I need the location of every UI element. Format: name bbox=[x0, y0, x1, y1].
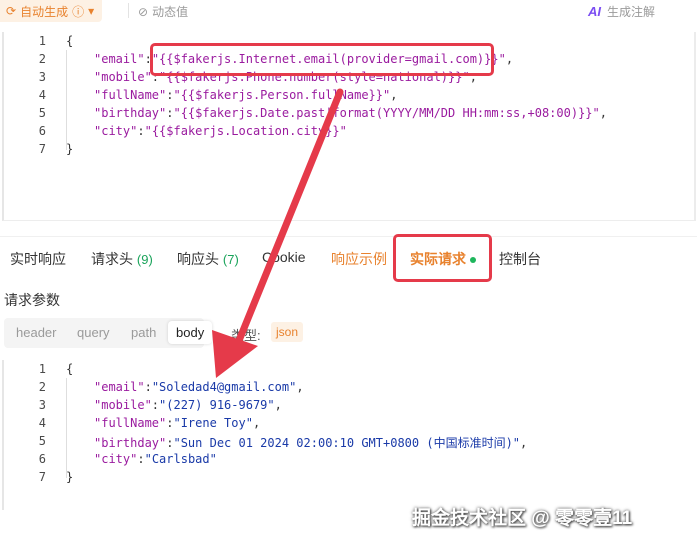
subtab-body[interactable]: body bbox=[168, 321, 213, 344]
response-tab-bar: 实时响应 请求头 (9) 响应头 (7) Cookie 响应示例 实际请求 控制… bbox=[0, 236, 697, 279]
line-number: 3 bbox=[38, 398, 46, 412]
code-line-city: "city":"{{$fakerjs.Location.city}}" bbox=[94, 124, 347, 138]
code-line-city: "city":"Carlsbad" bbox=[94, 452, 217, 466]
json-value: "Carlsbad" bbox=[144, 452, 217, 466]
annotation-highlight-actual-request bbox=[393, 234, 492, 282]
line-number: 1 bbox=[38, 34, 46, 48]
json-value: "Sun Dec 01 2024 02:00:10 GMT+0800 (中国标准… bbox=[173, 436, 521, 450]
toolbar-divider bbox=[128, 3, 129, 18]
actual-request-code-viewer: 1 2 3 4 5 6 7 { "email":"Soledad4@gmail.… bbox=[2, 360, 694, 510]
json-key: "email" bbox=[94, 380, 145, 394]
indent-guide bbox=[66, 378, 67, 478]
annotation-highlight-email bbox=[150, 43, 494, 76]
watermark: 掘金技术社区 @ 零零壹11 bbox=[412, 508, 633, 529]
line-number: 6 bbox=[38, 124, 46, 138]
json-value: "(227) 916-9679" bbox=[159, 398, 275, 412]
auto-generate-button[interactable]: ⟳ 自动生成 ⓘ ▾ bbox=[0, 0, 103, 22]
json-value: "{{$fakerjs.Date.past|format(YYYY/MM/DD … bbox=[173, 106, 600, 120]
line-number: 2 bbox=[38, 380, 46, 394]
line-number: 4 bbox=[38, 88, 46, 102]
refresh-icon: ⟳ bbox=[6, 4, 17, 18]
line-number: 5 bbox=[38, 434, 46, 448]
open-brace: { bbox=[66, 34, 74, 48]
line-number: 6 bbox=[38, 452, 46, 466]
subtab-path[interactable]: path bbox=[131, 325, 156, 340]
tab-cookie[interactable]: Cookie bbox=[262, 249, 306, 265]
ai-generate-comment-button[interactable]: AI 生成注解 bbox=[588, 3, 655, 20]
json-key: "city" bbox=[94, 452, 138, 466]
tab-realtime-response[interactable]: 实时响应 bbox=[10, 249, 66, 269]
tab-response-example[interactable]: 响应示例 bbox=[331, 249, 387, 269]
json-key: "fullName" bbox=[94, 416, 167, 430]
indent-guide bbox=[66, 50, 67, 150]
dynamic-value-button[interactable]: ⊘ 动态值 bbox=[138, 3, 188, 20]
tab-request-headers[interactable]: 请求头 (9) bbox=[91, 249, 153, 269]
body-type-label: 类型: bbox=[231, 328, 261, 343]
code-line-fullname: "fullName":"{{$fakerjs.Person.fullName}}… bbox=[94, 88, 398, 102]
json-key: "city" bbox=[94, 124, 138, 138]
json-key: "birthday" bbox=[94, 106, 167, 120]
request-param-subtabs: header query path body bbox=[4, 318, 314, 348]
subtab-header[interactable]: header bbox=[16, 325, 56, 340]
ai-generate-comment-label: 生成注解 bbox=[607, 5, 656, 19]
line-number: 5 bbox=[38, 106, 46, 120]
dynamic-value-label: 动态值 bbox=[152, 5, 189, 19]
line-number: 2 bbox=[38, 52, 46, 66]
close-brace: } bbox=[66, 470, 74, 484]
json-key: "mobile" bbox=[94, 398, 152, 412]
tab-response-headers[interactable]: 响应头 (7) bbox=[177, 249, 239, 269]
line-number: 7 bbox=[38, 470, 46, 484]
line-number: 4 bbox=[38, 416, 46, 430]
json-value: "Irene Toy" bbox=[173, 416, 253, 430]
json-key: "birthday" bbox=[94, 436, 167, 450]
chevron-down-icon[interactable]: ▾ bbox=[88, 4, 94, 18]
json-key: "mobile" bbox=[94, 70, 152, 84]
close-brace: } bbox=[66, 142, 74, 156]
body-type-value: json bbox=[271, 322, 304, 342]
code-line-mobile: "mobile":"(227) 916-9679", bbox=[94, 398, 282, 412]
code-line-email: "email":"Soledad4@gmail.com", bbox=[94, 380, 304, 394]
ai-icon: AI bbox=[588, 4, 601, 19]
json-key: "fullName" bbox=[94, 88, 167, 102]
code-line-fullname: "fullName":"Irene Toy", bbox=[94, 416, 261, 430]
request-params-title: 请求参数 bbox=[4, 292, 60, 308]
code-line-birthday: "birthday":"{{$fakerjs.Date.past|format(… bbox=[94, 106, 607, 120]
code-line-birthday: "birthday":"Sun Dec 01 2024 02:00:10 GMT… bbox=[94, 436, 528, 450]
line-number: 7 bbox=[38, 142, 46, 156]
editor-toolbar: ⟳ 自动生成 ⓘ ▾ ⊘ 动态值 AI 生成注解 bbox=[0, 0, 697, 22]
line-number: 1 bbox=[38, 362, 46, 376]
json-key: "email" bbox=[94, 52, 145, 66]
tab-console[interactable]: 控制台 bbox=[499, 249, 541, 269]
help-circle-icon[interactable]: ⓘ bbox=[72, 3, 84, 20]
json-value: "{{$fakerjs.Location.city}}" bbox=[144, 124, 347, 138]
auto-generate-label: 自动生成 bbox=[20, 4, 69, 19]
magic-wand-icon: ⊘ bbox=[138, 4, 149, 19]
subtab-query[interactable]: query bbox=[77, 325, 110, 340]
json-value: "Soledad4@gmail.com" bbox=[151, 380, 297, 394]
open-brace: { bbox=[66, 362, 74, 376]
line-number: 3 bbox=[38, 70, 46, 84]
json-value: "{{$fakerjs.Person.fullName}}" bbox=[173, 88, 391, 102]
